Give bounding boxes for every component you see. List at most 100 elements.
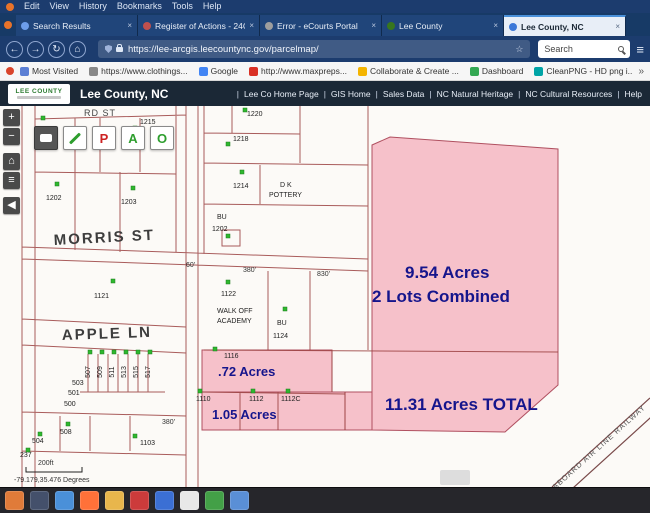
previous-extent-button[interactable]: ◀ xyxy=(3,197,20,214)
bookmark-collaborate-create[interactable]: Collaborate & Create ... xyxy=(358,66,459,76)
parcel-number: 1220 xyxy=(247,111,263,118)
bookmark-google[interactable]: Google xyxy=(199,66,238,76)
menu-view[interactable]: View xyxy=(50,0,69,13)
tab-close-icon[interactable]: × xyxy=(127,21,132,30)
tab-favicon xyxy=(387,22,395,30)
tab-register-of-actions-24cv0007[interactable]: Register of Actions - 24CV0007 × xyxy=(138,15,260,36)
parcel-number: 1215 xyxy=(140,119,156,126)
place-label: ACADEMY xyxy=(217,318,252,325)
search-icon[interactable] xyxy=(618,46,624,52)
bookmark-http-www-maxpreps[interactable]: http://www.maxpreps... xyxy=(249,66,347,76)
identify-tool-button[interactable] xyxy=(34,126,58,150)
header-menu-help[interactable]: Help xyxy=(612,89,642,99)
tab-title: Register of Actions - 24CV0007 xyxy=(155,21,245,31)
app-blue-icon[interactable] xyxy=(155,491,174,510)
writer-icon[interactable] xyxy=(230,491,249,510)
home-extent-button[interactable]: ⌂ xyxy=(3,153,20,170)
address-bar[interactable]: https://lee-arcgis.leecountync.gov/parce… xyxy=(98,40,530,58)
search-box[interactable]: Search xyxy=(538,40,630,58)
parcel-number: 1202 xyxy=(46,195,62,202)
menu-history[interactable]: History xyxy=(79,0,107,13)
parcel-number: 1203 xyxy=(121,199,137,206)
app-launcher-icon[interactable] xyxy=(5,491,24,510)
files-icon[interactable] xyxy=(30,491,49,510)
tab-close-icon[interactable]: × xyxy=(615,22,620,31)
app-header: LEE COUNTY Lee County, NC Lee Co Home Pa… xyxy=(0,81,650,106)
back-button[interactable]: ← xyxy=(6,41,23,58)
map-tools: P A O xyxy=(34,126,174,150)
header-menu-gis-home[interactable]: GIS Home xyxy=(319,89,371,99)
bookmark-https-www-clothings[interactable]: https://www.clothings... xyxy=(89,66,187,76)
tab-lee-county-nc[interactable]: Lee County, NC× xyxy=(504,15,626,36)
zoom-in-button[interactable]: + xyxy=(3,109,20,126)
owner-tool-button[interactable]: O xyxy=(150,126,174,150)
dimension-label: 380' xyxy=(162,419,175,426)
tab-title: Lee County xyxy=(399,21,489,31)
header-menu-sales-data[interactable]: Sales Data xyxy=(371,89,425,99)
menu-tools[interactable]: Tools xyxy=(172,0,193,13)
dimension-label: 830' xyxy=(317,271,330,278)
layers-button[interactable]: ≡ xyxy=(3,172,20,189)
tab-error-ecourts-portal[interactable]: Error - eCourts Portal× xyxy=(260,15,382,36)
header-menu-nc-cultural-resources[interactable]: NC Cultural Resources xyxy=(513,89,612,99)
header-menu-lee-co-home-page[interactable]: Lee Co Home Page xyxy=(232,89,319,99)
bookmark-star-icon[interactable]: ☆ xyxy=(515,44,523,55)
ruler-icon xyxy=(69,132,81,144)
address-point xyxy=(124,350,128,354)
url-text[interactable]: https://lee-arcgis.leecountync.gov/parce… xyxy=(128,44,515,55)
menu-icon[interactable]: ≡ xyxy=(636,42,644,57)
bookmark-label: Collaborate & Create ... xyxy=(370,66,459,76)
zoom-out-button[interactable]: − xyxy=(3,128,20,145)
comment-bubble-icon xyxy=(40,134,52,142)
header-menu-nc-natural-heritage[interactable]: NC Natural Heritage xyxy=(424,89,513,99)
bookmark-label: Google xyxy=(211,66,238,76)
tab-close-icon[interactable]: × xyxy=(249,21,254,30)
browser-window: Edit View History Bookmarks Tools Help Search… xyxy=(0,0,650,513)
parcel-number: 1116 xyxy=(224,353,239,360)
bookmark-label: Dashboard xyxy=(482,66,524,76)
home-button[interactable]: ⌂ xyxy=(69,41,86,58)
tab-close-icon[interactable]: × xyxy=(371,21,376,30)
menu-help[interactable]: Help xyxy=(203,0,222,13)
bookmark-label: https://www.clothings... xyxy=(101,66,187,76)
forward-button[interactable]: → xyxy=(27,41,44,58)
text-editor-icon[interactable] xyxy=(180,491,199,510)
tab-close-icon[interactable]: × xyxy=(493,21,498,30)
app-red-icon[interactable] xyxy=(130,491,149,510)
street-label-top: RD ST xyxy=(84,108,116,118)
parcel-number: 237 xyxy=(20,452,32,459)
railway-label: SEABOARD AIR LINE RAILWAY xyxy=(542,403,648,487)
bookmarks-overflow-icon[interactable]: » xyxy=(632,66,644,77)
logo-text: LEE COUNTY xyxy=(16,88,63,95)
bookmark-cleanpng-hd-png-i[interactable]: CleanPNG - HD png i... xyxy=(534,66,632,76)
address-tool-button[interactable]: A xyxy=(121,126,145,150)
street-label-morris: MORRIS ST xyxy=(53,227,155,249)
place-label: BU xyxy=(217,214,227,221)
bookmark-dashboard[interactable]: Dashboard xyxy=(470,66,524,76)
bookmark-favicon xyxy=(358,67,367,76)
folder-icon[interactable] xyxy=(105,491,124,510)
tab-search-results[interactable]: Search Results × xyxy=(16,15,138,36)
parcel-connector xyxy=(345,392,372,430)
menu-bookmarks[interactable]: Bookmarks xyxy=(117,0,162,13)
menu-edit[interactable]: Edit xyxy=(24,0,40,13)
parcel-number: 1110 xyxy=(196,396,211,403)
tab-title: Search Results xyxy=(33,21,123,31)
address-point xyxy=(131,186,135,190)
address-point xyxy=(226,280,230,284)
address-point xyxy=(100,350,104,354)
firefox-icon[interactable] xyxy=(80,491,99,510)
tab-lee-county[interactable]: Lee County × xyxy=(382,15,504,36)
measure-tool-button[interactable] xyxy=(63,126,87,150)
firefox-badge-icon xyxy=(4,21,12,29)
spreadsheet-icon[interactable] xyxy=(205,491,224,510)
highlighted-parcels[interactable] xyxy=(202,137,558,432)
chromium-icon[interactable] xyxy=(55,491,74,510)
parcel-number: 508 xyxy=(60,429,72,436)
parcels-tool-button[interactable]: P xyxy=(92,126,116,150)
bookmarks-firefox-icon xyxy=(6,67,14,75)
lot-number: 515 xyxy=(133,366,140,378)
parcel-map-canvas[interactable]: SEABOARD AIR LINE RAILWAY RD ST MORRIS S… xyxy=(0,106,650,487)
reload-button[interactable]: ↻ xyxy=(48,41,65,58)
bookmark-most-visited[interactable]: Most Visited xyxy=(20,66,78,76)
